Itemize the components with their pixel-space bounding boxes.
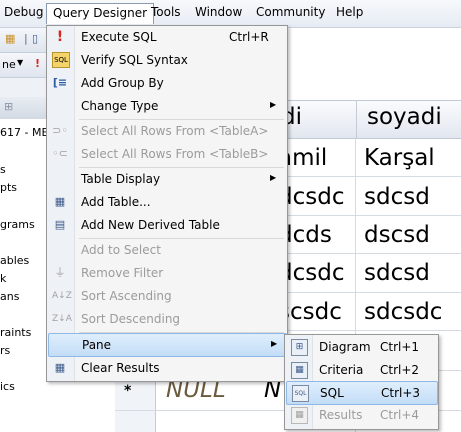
table-cell[interactable]: sdcsd <box>364 184 430 210</box>
clear-results-icon: ▦ <box>54 361 66 374</box>
tree-item[interactable]: s <box>0 163 6 176</box>
menu-item-shortcut: Ctrl+R <box>229 30 269 44</box>
tree-item[interactable]: ables <box>0 254 29 267</box>
open-icon[interactable]: ▦ <box>5 32 15 45</box>
menu-item-label: Select All Rows From <TableB> <box>81 147 269 161</box>
menu-item-label: Verify SQL Syntax <box>81 53 188 67</box>
menu-item-label: Sort Descending <box>81 312 181 326</box>
diagram-icon: ⊞ <box>291 339 308 356</box>
sql-icon: SQL <box>292 385 309 402</box>
menu-item-sort-ascending[interactable]: A↓Z Sort Ascending <box>48 285 285 307</box>
submenu-item-label: Results <box>319 408 363 422</box>
filter-icon: ⏚ <box>54 266 66 279</box>
execute-icon: ! <box>56 29 64 45</box>
menu-item-add-group-by[interactable]: [≡ Add Group By <box>48 72 285 94</box>
menu-item-execute-sql[interactable]: ! Execute SQL Ctrl+R <box>48 26 285 48</box>
toolbar-query: ne ▼ ! <box>0 53 48 78</box>
menu-item-label: Sort Ascending <box>81 289 172 303</box>
submenu-item-sql[interactable]: SQL SQL Ctrl+3 <box>286 381 438 405</box>
submenu-item-label: Diagram <box>319 340 371 354</box>
submenu-item-diagram[interactable]: ⊞ Diagram Ctrl+1 <box>286 336 436 358</box>
object-explorer-header: ⊞ <box>0 97 48 119</box>
toolbar-dropdown[interactable]: ne <box>2 58 16 71</box>
menu-item-select-all-rows-a[interactable]: ⊃◦ Select All Rows From <TableA> <box>48 120 285 142</box>
document-icon[interactable]: ▯ <box>32 32 38 45</box>
menu-item-table-display[interactable]: Table Display ▶ <box>48 168 285 190</box>
execute-icon[interactable]: ! <box>35 57 40 70</box>
menu-item-label: Change Type <box>81 99 159 113</box>
menu-item-remove-filter[interactable]: ⏚ Remove Filter <box>48 262 285 284</box>
tree-item[interactable]: grams <box>0 218 35 231</box>
menu-community[interactable]: Community <box>256 5 325 19</box>
menu-bar: Debug Query Designer Tools Window Commun… <box>0 0 461 28</box>
tree-item[interactable]: ics <box>0 380 15 393</box>
new-row-marker: * <box>124 383 132 399</box>
sort-asc-icon: A↓Z <box>52 291 72 301</box>
criteria-icon: ▦ <box>291 362 308 379</box>
group-by-icon: [≡ <box>52 76 68 89</box>
menu-item-label: Execute SQL <box>81 30 157 44</box>
table-cell[interactable]: sdcsdc <box>364 299 442 325</box>
tree-item[interactable]: ans <box>0 290 19 303</box>
table-cell[interactable]: dscsd <box>364 222 430 248</box>
menu-item-add-to-select[interactable]: Add to Select <box>48 239 285 261</box>
menu-help[interactable]: Help <box>336 5 363 19</box>
menu-tools[interactable]: Tools <box>151 5 181 19</box>
tree-item[interactable]: rs <box>0 344 10 357</box>
menu-item-pane[interactable]: Pane ▶ <box>48 333 287 357</box>
tree-item[interactable]: k <box>0 272 6 285</box>
column-header-label: soyadi <box>367 104 442 130</box>
column-header-soyadi[interactable]: soyadi <box>356 100 461 139</box>
menu-item-change-type[interactable]: Change Type ▶ <box>48 95 285 117</box>
submenu-item-criteria[interactable]: ▦ Criteria Ctrl+2 <box>286 359 436 381</box>
menu-item-add-table[interactable]: ▦ Add Table... <box>48 191 285 213</box>
separator-icon: | <box>24 32 28 45</box>
table-cell[interactable]: sdcsd <box>364 260 430 286</box>
menu-window[interactable]: Window <box>195 5 242 19</box>
table-cell[interactable]: Karşal <box>364 145 435 171</box>
submenu-item-label: Criteria <box>319 363 364 377</box>
menu-item-add-derived-table[interactable]: ▤ Add New Derived Table <box>48 214 285 236</box>
menu-item-label: Add to Select <box>81 243 161 257</box>
menu-debug[interactable]: Debug <box>4 5 43 19</box>
menu-item-label: Pane <box>82 338 112 352</box>
join-right-icon: ◦⊂ <box>52 147 68 160</box>
menu-item-label: Add Table... <box>81 195 151 209</box>
pin-icon[interactable]: ⊞ <box>4 100 13 113</box>
submenu-item-shortcut: Ctrl+4 <box>380 408 420 422</box>
submenu-arrow-icon: ▶ <box>271 339 278 348</box>
derived-table-icon: ▤ <box>54 218 66 231</box>
submenu-item-results[interactable]: ▦ Results Ctrl+4 <box>286 404 436 426</box>
chevron-down-icon[interactable]: ▼ <box>17 58 23 67</box>
results-icon: ▦ <box>291 407 308 424</box>
menu-item-label: Clear Results <box>81 361 160 375</box>
toolbar-standard: ▦ | ▯ <box>0 28 48 53</box>
submenu-arrow-icon: ▶ <box>270 173 277 182</box>
add-table-icon: ▦ <box>54 195 66 208</box>
menu-item-label: Table Display <box>81 172 161 186</box>
query-designer-menu: ! Execute SQL Ctrl+R SQL Verify SQL Synt… <box>46 25 288 382</box>
submenu-arrow-icon: ▶ <box>270 100 277 109</box>
join-left-icon: ⊃◦ <box>52 124 68 137</box>
submenu-item-shortcut: Ctrl+3 <box>381 386 421 400</box>
sort-desc-icon: Z↓A <box>52 314 72 324</box>
menu-item-select-all-rows-b[interactable]: ◦⊂ Select All Rows From <TableB> <box>48 143 285 165</box>
menu-item-clear-results[interactable]: ▦ Clear Results <box>48 357 285 379</box>
menu-item-label: Remove Filter <box>81 266 164 280</box>
pane-submenu: ⊞ Diagram Ctrl+1 ▦ Criteria Ctrl+2 SQL S… <box>284 334 439 430</box>
verify-sql-icon: SQL <box>52 52 70 68</box>
submenu-item-label: SQL <box>320 386 344 400</box>
menu-item-label: Select All Rows From <TableA> <box>81 124 269 138</box>
tree-item[interactable]: pts <box>0 181 17 194</box>
menu-item-label: Add Group By <box>81 76 164 90</box>
submenu-item-shortcut: Ctrl+1 <box>380 340 420 354</box>
menu-item-label: Add New Derived Table <box>81 218 220 232</box>
menu-query-designer[interactable]: Query Designer <box>46 3 155 24</box>
submenu-item-shortcut: Ctrl+2 <box>380 363 420 377</box>
toolbar-strip <box>0 78 48 98</box>
menu-item-verify-sql-syntax[interactable]: SQL Verify SQL Syntax <box>48 49 285 71</box>
tree-item[interactable]: raints <box>0 326 31 339</box>
menu-item-sort-descending[interactable]: Z↓A Sort Descending <box>48 308 285 330</box>
